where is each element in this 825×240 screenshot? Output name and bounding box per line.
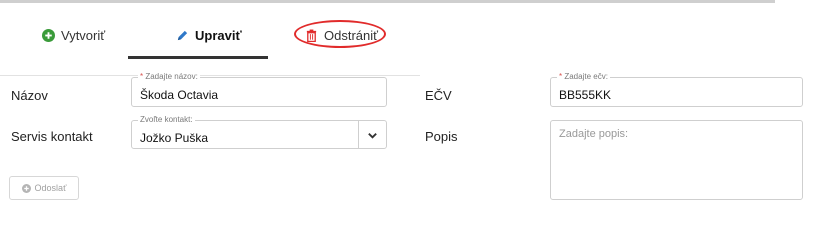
action-tabs: Vytvoriť Upraviť Odstrániť [0,20,420,76]
pencil-icon [177,30,188,40]
tab-create[interactable]: Vytvoriť [42,20,105,50]
name-field: * Zadajte názov: [131,72,387,107]
service-contact-label: Servis kontakt [11,129,93,144]
description-textarea[interactable] [559,128,789,190]
tab-edit-label: Upraviť [195,27,242,43]
plus-circle-icon [42,28,55,42]
plate-field: * Zadajte ečv: [550,72,803,107]
name-input[interactable] [140,86,360,104]
plate-input[interactable] [559,86,789,104]
tab-delete[interactable]: Odstrániť [305,20,378,50]
plus-circle-icon [21,183,31,193]
top-progress-bar [0,0,775,3]
service-contact-legend: Zvoľte kontakt: [138,115,195,125]
service-contact-value: Jožko Puška [140,131,209,145]
select-divider [358,121,359,148]
service-contact-select[interactable]: Zvoľte kontakt: Jožko Puška [131,115,387,149]
description-field [550,120,803,200]
tab-create-label: Vytvoriť [61,27,106,43]
plate-legend: * Zadajte ečv: [557,72,610,82]
send-button-label: Odoslať [34,183,67,193]
description-label: Popis [425,129,458,144]
send-button[interactable]: Odoslať [9,176,79,200]
name-legend: * Zadajte názov: [138,72,200,82]
tabs-divider [0,75,420,76]
plate-label: EČV [425,88,452,103]
tab-edit[interactable]: Upraviť [176,20,242,50]
name-legend-text: Zadajte názov: [143,72,198,81]
name-label: Názov [11,88,48,103]
chevron-down-icon[interactable] [367,130,378,141]
trash-icon [306,29,317,42]
tab-delete-label: Odstrániť [324,27,379,43]
active-tab-indicator [128,56,268,59]
plate-legend-text: Zadajte ečv: [562,72,608,81]
